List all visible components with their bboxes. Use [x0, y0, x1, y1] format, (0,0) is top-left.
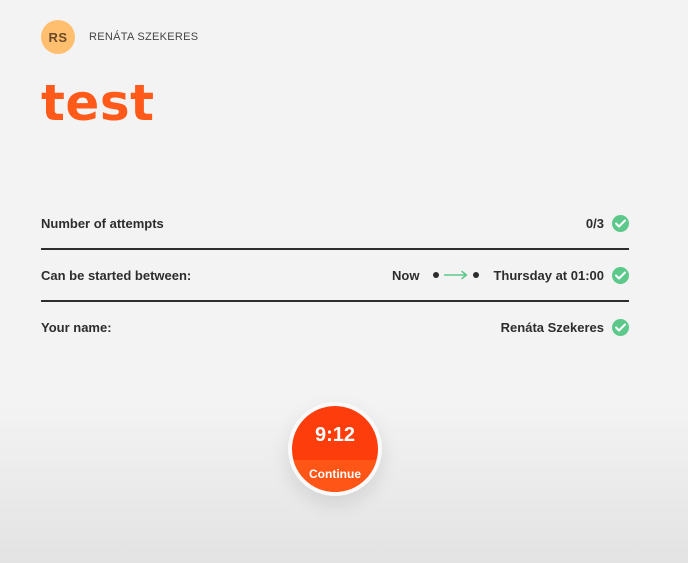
start-window-row: Can be started between: Now Thursday at … — [41, 250, 629, 300]
start-window-label: Can be started between: — [41, 267, 192, 283]
time-range: Now Thursday at 01:00 — [392, 268, 604, 283]
timer-container: 9:12 Continue — [288, 402, 382, 496]
attempts-status: 0/3 — [585, 214, 629, 232]
avatar-initials: RS — [48, 29, 68, 45]
name-label: Your name: — [41, 319, 112, 335]
start-window-status: Now Thursday at 01:00 — [392, 266, 629, 284]
check-icon — [612, 266, 629, 284]
user-name: RENÁTA SZEKERES — [89, 31, 199, 43]
user-header: RS RENÁTA SZEKERES — [41, 20, 198, 54]
range-start-dot — [433, 272, 440, 278]
arrow-right-icon — [444, 270, 468, 280]
range-from: Now — [392, 267, 420, 283]
test-info: Number of attempts 0/3 Can be started be… — [41, 198, 629, 352]
name-status: Renáta Szekeres — [500, 318, 629, 336]
attempts-label: Number of attempts — [41, 215, 164, 231]
timer-time: 9:12 — [314, 424, 356, 446]
continue-label: Continue — [309, 467, 361, 481]
page-title: test — [41, 74, 155, 132]
attempts-value: 0/3 — [585, 215, 604, 231]
check-icon — [612, 214, 629, 232]
continue-timer-button[interactable]: 9:12 Continue — [292, 406, 378, 492]
avatar: RS — [41, 20, 75, 54]
name-row: Your name: Renáta Szekeres — [41, 302, 629, 352]
range-to: Thursday at 01:00 — [493, 267, 604, 283]
attempts-row: Number of attempts 0/3 — [41, 198, 629, 248]
name-value: Renáta Szekeres — [500, 319, 604, 335]
range-end-dot — [473, 272, 480, 278]
check-icon — [612, 318, 629, 336]
